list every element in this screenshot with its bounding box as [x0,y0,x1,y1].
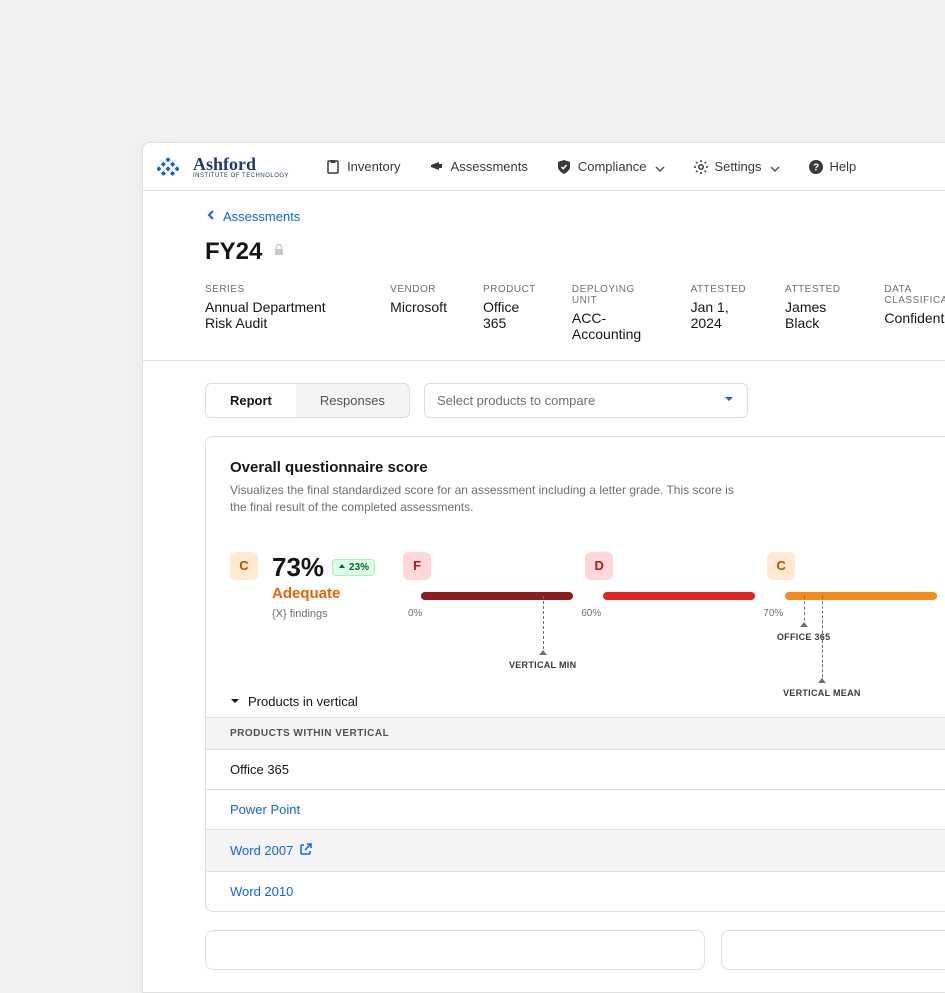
scale-segment-c [785,592,937,600]
meta-value: Annual Department Risk Audit [205,299,354,331]
scale-grade-d: D [585,552,613,580]
svg-text:?: ? [812,162,818,173]
page-header: Assessments FY24 SERIES Annual Departmen… [143,191,945,361]
breadcrumb[interactable]: Assessments [205,209,945,224]
product-name: Word 2010 [230,884,293,899]
help-icon: ? [808,159,824,175]
meta-value: Jan 1, 2024 [691,299,749,331]
gear-icon [693,159,709,175]
placeholder-card [721,930,945,970]
marker-vertical-mean [822,596,823,682]
meta-label: DEPLOYING UNIT [572,284,655,306]
nav-settings-label: Settings [715,159,762,174]
app-window: Ashford INSTITUTE OF TECHNOLOGY Inventor… [142,142,945,993]
meta-attested-date: ATTESTED Jan 1, 2024 [691,284,749,342]
meta-value: Microsoft [390,299,447,315]
caret-up-icon [338,562,346,573]
table-row[interactable]: Power Point [206,790,945,830]
nav-assessments[interactable]: Assessments [419,153,538,181]
caret-up-icon [818,678,826,683]
tab-report[interactable]: Report [206,384,296,417]
nav-compliance-label: Compliance [578,159,647,174]
meta-value: James Black [785,299,848,331]
chevron-down-icon [655,162,665,172]
score-findings: {X} findings [272,608,375,620]
chevron-left-icon [205,209,217,224]
nav-inventory-label: Inventory [347,159,400,174]
breadcrumb-label: Assessments [223,209,300,224]
brand-subtitle: INSTITUTE OF TECHNOLOGY [193,173,289,179]
meta-deploying-unit: DEPLOYING UNIT ACC-Accounting [572,284,655,342]
nav-help-label: Help [830,159,857,174]
score-percent: 73% [272,552,324,583]
scale-segment-f [421,592,573,600]
megaphone-icon [429,159,445,175]
product-name: Word 2007 [230,843,293,858]
meta-label: VENDOR [390,284,447,295]
marker-label-vmin: VERTICAL MIN [509,660,576,670]
meta-attested-by: ATTESTED James Black [785,284,848,342]
table-row[interactable]: Word 2010 [206,872,945,911]
scale-segment-d [603,592,755,600]
view-toggle: Report Responses [205,383,410,418]
meta-label: PRODUCT [483,284,536,295]
product-name: Office 365 [230,762,289,777]
products-section-label: Products in vertical [248,694,358,709]
grade-badge: C [230,552,258,580]
meta-value: Office 365 [483,299,536,331]
placeholder-card [205,930,705,970]
brand-name: Ashford [193,155,289,173]
meta-series: SERIES Annual Department Risk Audit [205,284,354,342]
clipboard-icon [325,159,341,175]
score-label: Adequate [272,585,375,602]
caret-up-icon [539,650,547,655]
compare-dropdown[interactable]: Select products to compare [424,383,748,418]
products-column-header: PRODUCTS WITHIN VERTICAL [206,717,945,750]
caret-up-icon [800,622,808,627]
page-title: FY24 [205,238,262,266]
meta-label: ATTESTED [785,284,848,295]
chevron-down-icon [723,393,735,408]
nav-help[interactable]: ? Help [798,153,867,181]
caret-down-icon [230,694,240,709]
meta-product: PRODUCT Office 365 [483,284,536,342]
score-delta-value: 23% [349,562,369,573]
marker-vertical-min [543,596,544,654]
meta-label: SERIES [205,284,354,295]
chevron-down-icon [770,162,780,172]
card-title: Overall questionnaire score [230,459,945,476]
nav-compliance[interactable]: Compliance [546,153,675,181]
logo-icon [157,156,179,178]
meta-value: ACC-Accounting [572,310,655,342]
nav-inventory[interactable]: Inventory [315,153,410,181]
shield-icon [556,159,572,175]
meta-label: ATTESTED [691,284,749,295]
marker-label-vmean: VERTICAL MEAN [783,688,861,698]
meta-value: Confidential [884,310,945,326]
brand: Ashford INSTITUTE OF TECHNOLOGY [193,155,289,179]
score-delta-badge: 23% [332,559,375,576]
meta-data-classification: DATA CLASSIFICATION Confidential [884,284,945,342]
score-summary: C 73% 23% Adequate {X} fin [230,552,375,626]
scale-grade-c: C [767,552,795,580]
table-row[interactable]: Word 2007 [206,830,945,872]
score-scale: F D C B 0% 60% 70% 8 [403,552,945,626]
external-link-icon [299,842,313,859]
body: Report Responses Select products to comp… [143,361,945,992]
compare-dropdown-placeholder: Select products to compare [437,393,595,408]
meta-vendor: VENDOR Microsoft [390,284,447,342]
meta-label: DATA CLASSIFICATION [884,284,945,306]
lock-icon [272,243,286,262]
topbar: Ashford INSTITUTE OF TECHNOLOGY Inventor… [143,143,945,191]
scale-grade-f: F [403,552,431,580]
card-description: Visualizes the final standardized score … [230,482,750,516]
nav-assessments-label: Assessments [451,159,528,174]
nav-settings[interactable]: Settings [683,153,790,181]
score-card: Overall questionnaire score Visualizes t… [205,436,945,912]
tab-responses[interactable]: Responses [296,384,409,417]
product-name: Power Point [230,802,300,817]
table-row[interactable]: Office 365 [206,750,945,790]
